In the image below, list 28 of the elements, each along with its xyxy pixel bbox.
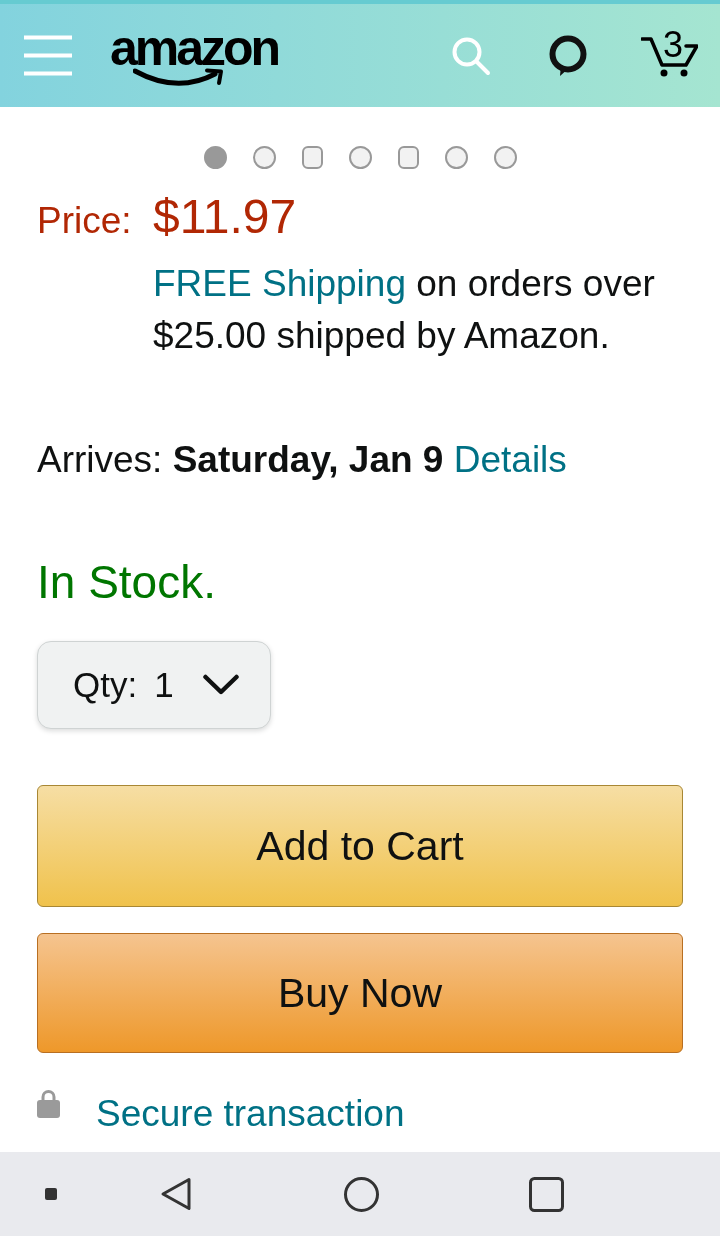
stock-status: In Stock. <box>37 555 217 610</box>
free-shipping-link[interactable]: FREE Shipping <box>153 263 406 304</box>
chevron-down-icon <box>203 674 239 696</box>
lock-icon <box>37 1088 60 1118</box>
buy-now-button[interactable]: Buy Now <box>37 933 683 1053</box>
cart-button[interactable]: 3 <box>641 27 698 78</box>
nav-indicator-button[interactable] <box>45 1188 57 1200</box>
voice-assistant-button[interactable] <box>549 34 587 77</box>
price-label: Price: <box>37 199 133 243</box>
menu-icon <box>24 35 72 76</box>
details-link[interactable]: Details <box>453 439 567 480</box>
delivery-text: Arrives: Saturday, Jan 9 Details <box>37 438 568 482</box>
ring-icon <box>549 34 587 77</box>
home-icon <box>344 1176 379 1212</box>
recent-apps-icon <box>529 1176 564 1212</box>
back-icon <box>160 1177 192 1211</box>
smile-arrow-icon <box>133 68 225 88</box>
add-to-cart-button[interactable]: Add to Cart <box>37 785 683 907</box>
secure-transaction-link[interactable]: Secure transaction <box>96 1088 405 1140</box>
search-icon <box>451 35 491 76</box>
price-value: $11.97 <box>153 193 297 241</box>
home-button[interactable] <box>344 1176 379 1212</box>
quantity-dropdown[interactable]: Qty: 1 <box>37 641 271 729</box>
back-button[interactable] <box>160 1177 192 1211</box>
shipping-text: FREE Shipping on orders over $25.00 shipped by Amazon. <box>153 262 656 358</box>
recent-apps-button[interactable] <box>529 1176 564 1212</box>
small-square-icon <box>45 1188 57 1200</box>
logo-link[interactable]: amazon <box>110 23 279 88</box>
